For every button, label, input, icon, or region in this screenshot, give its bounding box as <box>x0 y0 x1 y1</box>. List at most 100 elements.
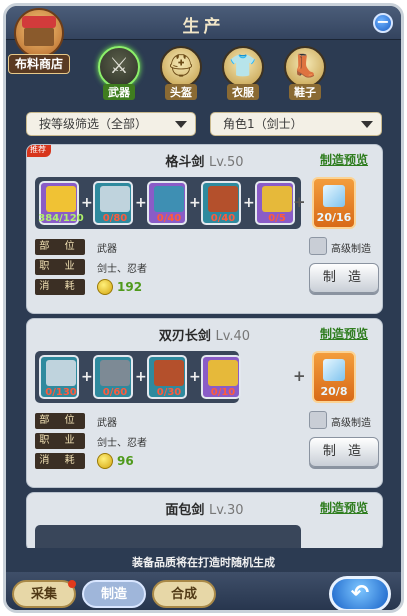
quality-notice: 装备品质将在打造时随机生成 <box>132 556 275 569</box>
part-value: 武器 <box>97 418 117 429</box>
job-key: 职 业 <box>35 433 85 449</box>
crafted-count: 20/16 <box>316 211 352 224</box>
tab-2[interactable]: 👕 衣服 <box>218 46 268 104</box>
materials-row <box>35 525 301 548</box>
material-icon <box>46 186 76 212</box>
checkbox[interactable] <box>309 411 327 429</box>
crafted-item-slot[interactable]: 20/16 <box>312 177 356 229</box>
material-icon <box>100 186 130 212</box>
materials-row: 0/130 +0/60 +0/30 +0/10 <box>35 351 241 403</box>
plus-icon: + <box>293 193 306 211</box>
job-value: 剑士、忍者 <box>97 264 147 275</box>
plus-icon: + <box>189 195 201 211</box>
cost-value: 96 <box>117 454 134 468</box>
material-count: 0/40 <box>210 213 236 224</box>
tab-craft[interactable]: 制造 <box>82 580 146 608</box>
advanced-craft-label: 高级制造 <box>331 244 371 255</box>
materials-row: 384/120 +0/80 +0/40 +0/40 +0/5 <box>35 177 301 229</box>
material-slot[interactable]: 0/5 <box>255 181 295 225</box>
production-window: 生产 − ⚔ 武器 ⛑ 头盔 👕 衣服 👢 鞋子 按等级筛选（全部） 角色1（剑士） 推荐 格斗… <box>3 3 404 613</box>
recipe-title: 格斗剑 <box>165 155 205 170</box>
craft-preview-link[interactable]: 制造预览 <box>320 151 368 168</box>
material-count: 0/60 <box>102 387 128 398</box>
material-icon <box>154 360 184 386</box>
recipe-card[interactable]: 面包剑 Lv.30 制造预览 <box>26 492 383 548</box>
recipe-card[interactable]: 推荐 格斗剑 Lv.50 制造预览 384/120 +0/80 +0/40 +0/40 +0/… <box>26 144 383 314</box>
material-count: 0/80 <box>102 213 128 224</box>
shoes-icon: 👢 <box>284 46 326 88</box>
craft-preview-link[interactable]: 制造预览 <box>320 325 368 342</box>
recipe-level: Lv.40 <box>215 329 251 344</box>
helmet-icon: ⛑ <box>160 46 202 88</box>
crystal-icon <box>323 359 345 381</box>
plus-icon: + <box>293 367 306 385</box>
role-filter-dropdown[interactable]: 角色1（剑士） <box>210 112 382 136</box>
tab-gather[interactable]: 采集 <box>12 580 76 608</box>
tab-label: 衣服 <box>227 84 259 100</box>
material-count: 0/10 <box>210 387 236 398</box>
craft-button[interactable]: 制 造 <box>309 437 379 467</box>
advanced-craft-toggle[interactable]: 高级制造 <box>309 237 382 255</box>
tab-3[interactable]: 👢 鞋子 <box>280 46 330 104</box>
recipe-card[interactable]: 双刃长剑 Lv.40 制造预览 0/130 +0/60 +0/30 +0/10 +20/8 部… <box>26 318 383 488</box>
material-icon <box>46 360 76 386</box>
material-slot[interactable]: 0/80 <box>93 181 133 225</box>
minimize-icon[interactable]: − <box>373 13 393 33</box>
cost-key: 消 耗 <box>35 453 85 469</box>
tab-0[interactable]: ⚔ 武器 <box>94 46 144 104</box>
recipe-info: 部 位 武器职 业 剑士、忍者消 耗 96 <box>35 411 235 471</box>
material-count: 0/5 <box>268 213 286 224</box>
tab-label: 头盔 <box>165 84 197 100</box>
tab-1[interactable]: ⛑ 头盔 <box>156 46 206 104</box>
level-filter-label: 按等级筛选（全部） <box>39 117 148 131</box>
cloth-shop-button[interactable]: 布料商店 <box>8 8 70 74</box>
advanced-craft-toggle[interactable]: 高级制造 <box>309 411 382 429</box>
material-slot[interactable]: 0/30 <box>147 355 187 399</box>
material-icon <box>208 186 238 212</box>
recipe-list[interactable]: 推荐 格斗剑 Lv.50 制造预览 384/120 +0/80 +0/40 +0/40 +0/… <box>26 144 389 548</box>
material-icon <box>208 360 238 386</box>
shop-label: 布料商店 <box>8 54 70 74</box>
material-slot[interactable]: 0/130 <box>39 355 79 399</box>
craft-preview-link[interactable]: 制造预览 <box>320 499 368 516</box>
crafted-count: 20/8 <box>320 385 348 398</box>
notification-dot <box>68 580 76 588</box>
crystal-icon <box>323 185 345 207</box>
tab-synthesize[interactable]: 合成 <box>152 580 216 608</box>
plus-icon: + <box>81 195 93 211</box>
material-icon <box>262 186 292 212</box>
job-value: 剑士、忍者 <box>97 438 147 449</box>
recipe-level: Lv.30 <box>208 503 244 518</box>
back-arrow-icon[interactable]: ↶ <box>329 576 391 610</box>
advanced-craft-label: 高级制造 <box>331 418 371 429</box>
sword-icon: ⚔ <box>98 46 140 88</box>
level-filter-dropdown[interactable]: 按等级筛选（全部） <box>26 112 196 136</box>
recipe-level: Lv.50 <box>208 155 244 170</box>
cost-key: 消 耗 <box>35 279 85 295</box>
material-slot[interactable]: 0/40 <box>147 181 187 225</box>
tab-label: 武器 <box>103 84 135 100</box>
chevron-down-icon <box>175 121 187 128</box>
gold-coin-icon <box>97 279 113 295</box>
shop-body <box>24 28 54 46</box>
part-key: 部 位 <box>35 413 85 429</box>
material-icon <box>100 360 130 386</box>
material-count: 384/120 <box>38 213 84 224</box>
material-slot[interactable]: 384/120 <box>38 181 84 225</box>
cost-value: 192 <box>117 280 143 294</box>
craft-button[interactable]: 制 造 <box>309 263 379 293</box>
material-slot[interactable]: 0/10 <box>201 355 241 399</box>
material-slot[interactable]: 0/40 <box>201 181 241 225</box>
material-count: 0/40 <box>156 213 182 224</box>
recipe-title: 面包剑 <box>165 503 205 518</box>
part-value: 武器 <box>97 244 117 255</box>
material-count: 0/30 <box>156 387 182 398</box>
checkbox[interactable] <box>309 237 327 255</box>
part-key: 部 位 <box>35 239 85 255</box>
material-slot[interactable]: 0/60 <box>93 355 133 399</box>
recipe-header: 双刃长剑 Lv.40 制造预览 <box>27 319 382 347</box>
role-filter-label: 角色1（剑士） <box>223 117 303 131</box>
plus-icon: + <box>81 369 93 385</box>
crafted-item-slot[interactable]: 20/8 <box>312 351 356 403</box>
chevron-down-icon <box>361 121 373 128</box>
